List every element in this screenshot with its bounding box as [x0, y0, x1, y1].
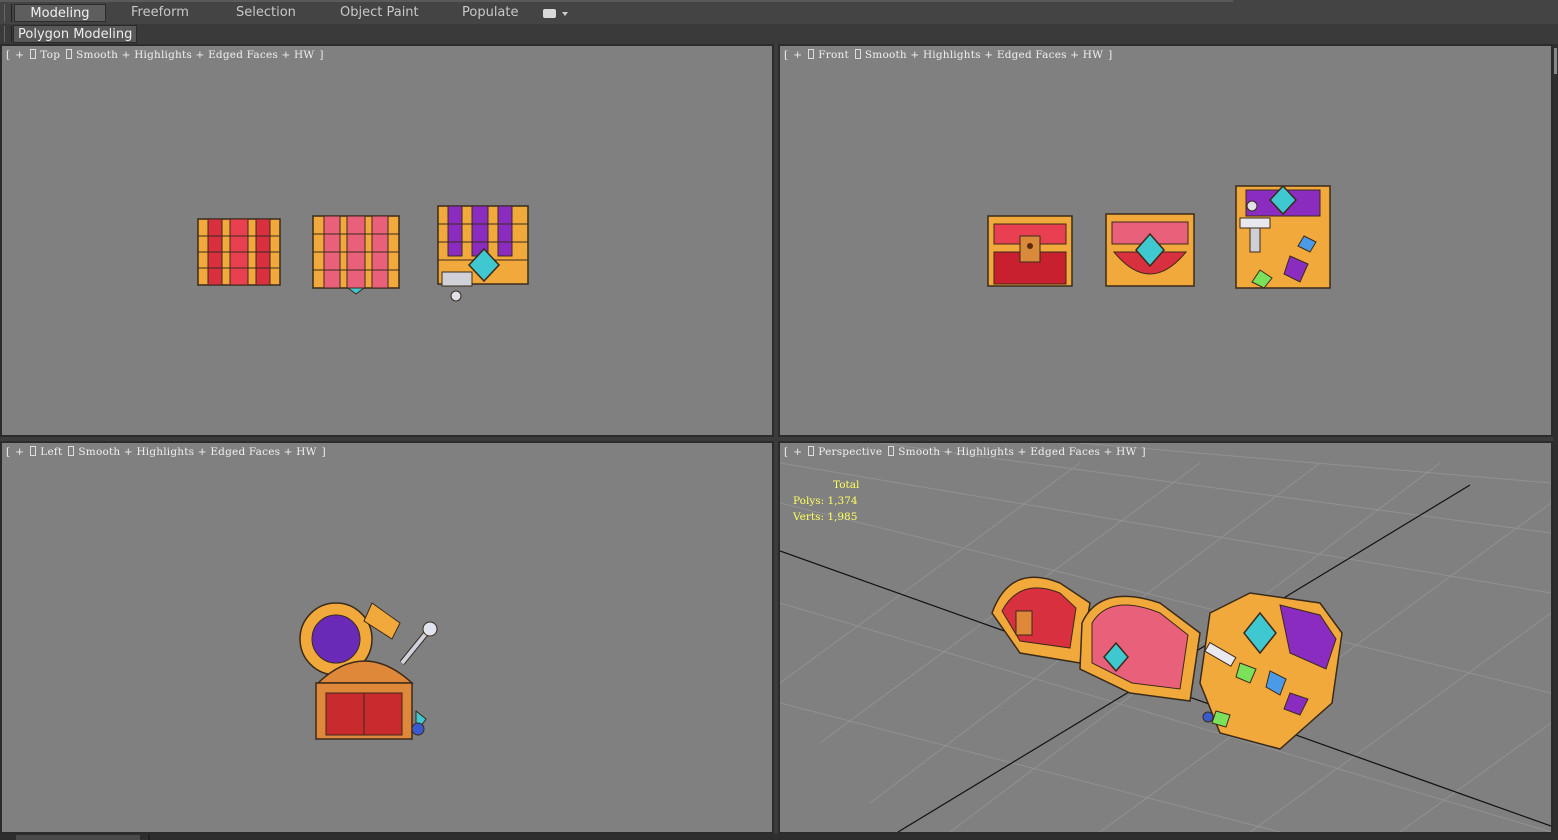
panel-grip[interactable] [4, 26, 12, 42]
separator-icon [888, 446, 895, 456]
time-slider-handle[interactable] [16, 835, 140, 840]
polygon-modeling-panel-button[interactable]: Polygon Modeling [13, 25, 138, 43]
viewport-view-name[interactable]: Perspective [818, 446, 882, 458]
chest-large-perspective[interactable] [1199, 592, 1343, 750]
chest-small-top[interactable] [197, 218, 281, 286]
ribbon-options-icon [543, 9, 556, 18]
ribbon-panel-bar [0, 24, 1558, 44]
viewport-top[interactable]: [+ Top Smooth + Highlights + Edged Faces +… [0, 44, 774, 437]
viewport-plus-menu[interactable]: + [793, 446, 802, 458]
tab-object-paint[interactable]: Object Paint [334, 4, 425, 22]
tab-modeling[interactable]: Modeling [14, 4, 106, 22]
ribbon-tabbar: Modeling Freeform Selection Object Paint… [0, 0, 1558, 25]
statistics-overlay: Total Polys: 1,374 Verts: 1,985 [793, 477, 859, 525]
left-view-chests [299, 602, 438, 740]
viewport-shading-mode[interactable]: Smooth + Highlights + Edged Faces + HW [898, 446, 1136, 458]
stats-total-label: Total [833, 479, 860, 491]
separator-icon [808, 446, 815, 456]
chest-medium-top[interactable] [312, 215, 400, 295]
ribbon-options-dropdown[interactable] [543, 8, 568, 20]
viewport-perspective[interactable]: [+ Perspective Smooth + Highlights + Edged… [778, 441, 1553, 834]
tab-populate[interactable]: Populate [456, 4, 525, 22]
bottom-time-slider[interactable] [0, 834, 1558, 840]
right-edge-scroll[interactable] [1553, 44, 1558, 840]
top-view-chests [197, 205, 529, 302]
time-slider-divider [148, 834, 150, 840]
chest-stack-left[interactable] [299, 602, 438, 740]
stats-verts: Verts: 1,985 [793, 511, 858, 523]
chest-large-top[interactable] [437, 205, 529, 302]
perspective-grid [780, 443, 1551, 832]
chest-medium-front[interactable] [1105, 213, 1195, 287]
ribbon-top-line [0, 0, 1233, 2]
chest-small-perspective[interactable] [991, 576, 1091, 664]
tab-selection[interactable]: Selection [230, 4, 302, 22]
chest-large-front[interactable] [1235, 184, 1331, 289]
front-view-chests [987, 184, 1331, 289]
scroll-knob[interactable] [1554, 48, 1557, 74]
viewport-front[interactable]: [+ Front Smooth + Highlights + Edged Faces… [778, 44, 1553, 437]
chevron-down-icon [562, 12, 568, 16]
chest-small-front[interactable] [987, 215, 1073, 287]
viewport-left[interactable]: [+ Left Smooth + Highlights + Edged Faces … [0, 441, 774, 834]
ribbon-grip[interactable] [4, 4, 12, 22]
viewport-label-perspective[interactable]: [+ Perspective Smooth + Highlights + Edged… [784, 446, 1151, 458]
chest-medium-perspective[interactable] [1079, 595, 1201, 702]
stats-polys: Polys: 1,374 [793, 495, 858, 507]
tab-freeform[interactable]: Freeform [125, 4, 195, 22]
